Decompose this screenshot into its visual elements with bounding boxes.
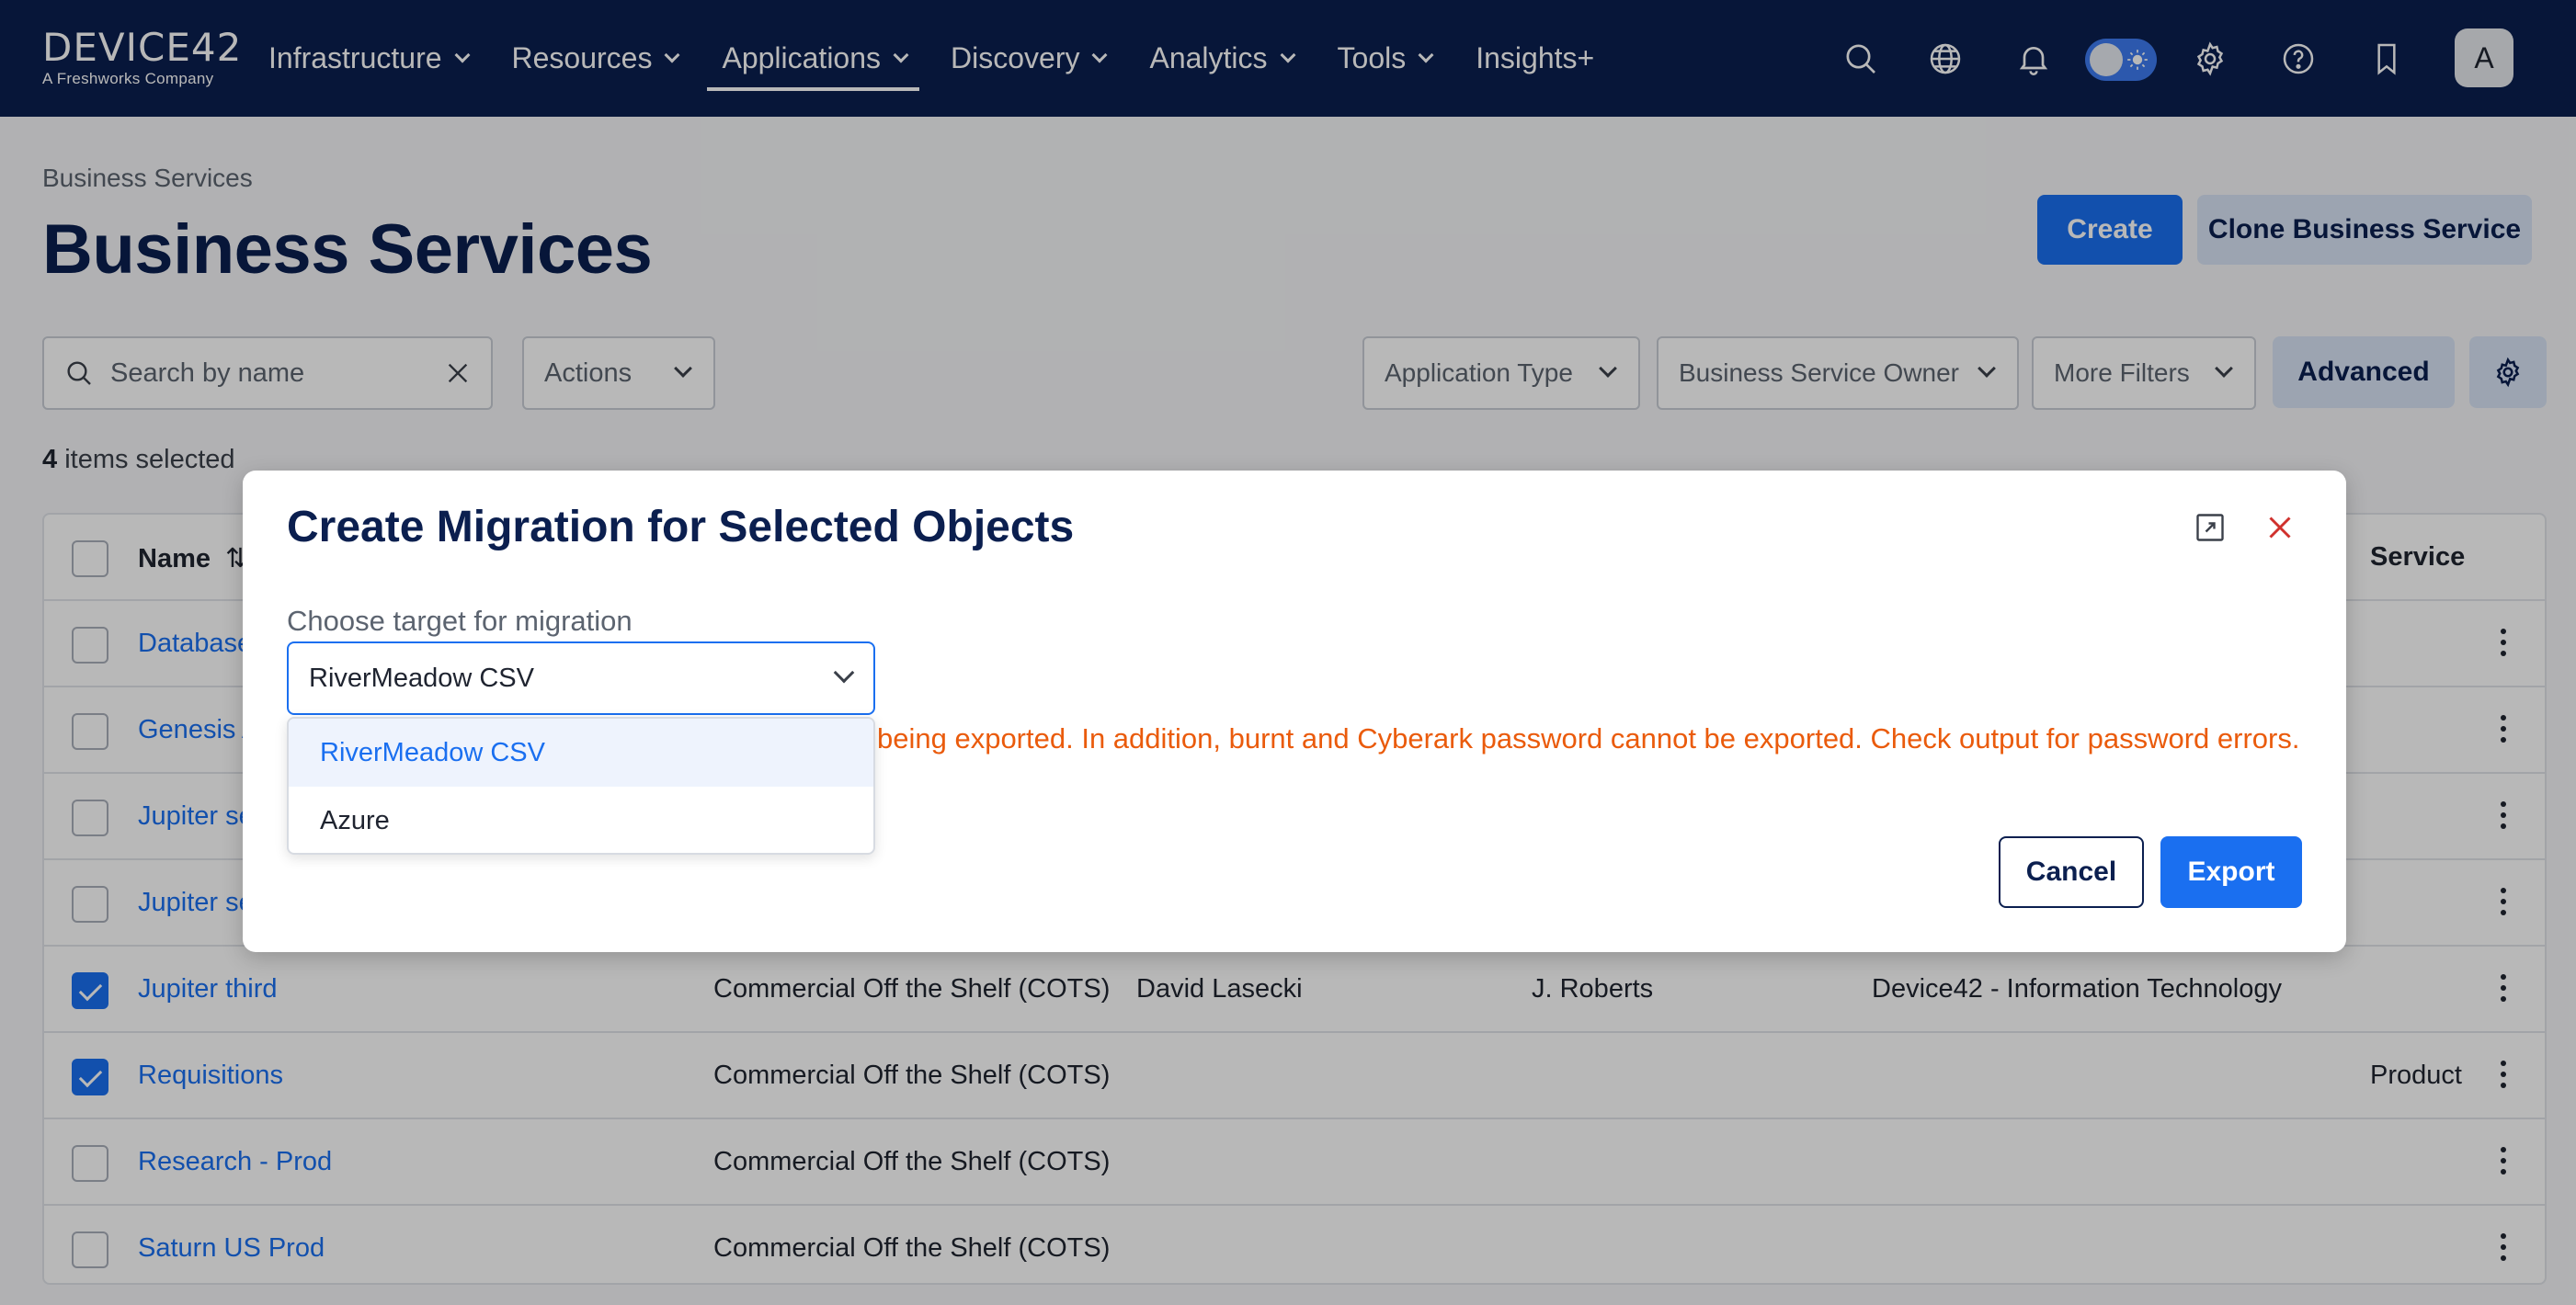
migration-target-label: Choose target for migration — [287, 605, 633, 637]
migration-target-select[interactable]: RiverMeadow CSV — [287, 641, 875, 715]
option-azure[interactable]: Azure — [289, 787, 873, 853]
cancel-button[interactable]: Cancel — [1999, 836, 2144, 908]
expand-icon[interactable] — [2194, 511, 2227, 544]
chevron-down-icon — [833, 662, 855, 684]
create-migration-modal: Create Migration for Selected Objects Ch… — [243, 471, 2346, 952]
migration-target-options: RiverMeadow CSV Azure — [287, 717, 875, 855]
option-rivermeadow-csv[interactable]: RiverMeadow CSV — [289, 719, 873, 787]
password-warning: being exported. In addition, burnt and C… — [877, 722, 2300, 755]
export-button[interactable]: Export — [2160, 836, 2302, 908]
selected-value: RiverMeadow CSV — [309, 663, 534, 693]
close-icon[interactable] — [2263, 511, 2297, 544]
modal-title: Create Migration for Selected Objects — [287, 503, 1075, 551]
